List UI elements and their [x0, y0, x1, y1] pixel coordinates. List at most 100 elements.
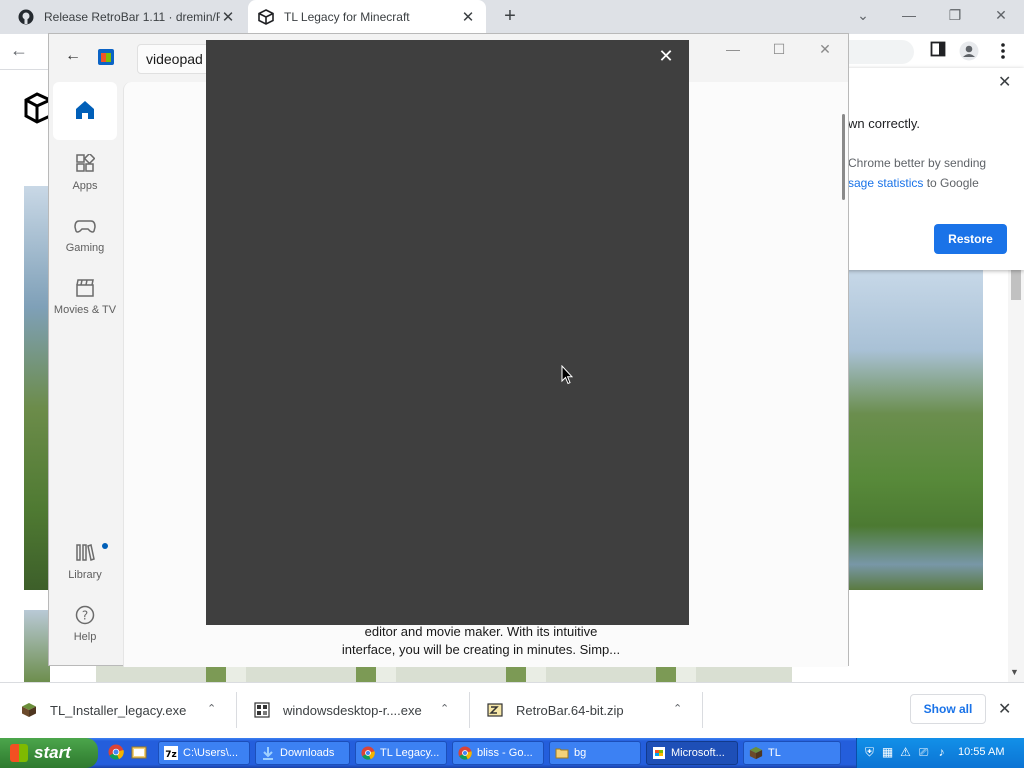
- close-icon[interactable]: ✕: [656, 46, 676, 66]
- start-button[interactable]: start: [0, 738, 98, 768]
- divider: [469, 692, 470, 728]
- library-badge-dot: [102, 543, 108, 549]
- volume-icon[interactable]: ♪: [934, 745, 949, 760]
- minimize-button[interactable]: —: [710, 38, 756, 62]
- close-window-button[interactable]: ✕: [802, 38, 848, 62]
- download-filename: windowsdesktop-r....exe: [283, 702, 422, 718]
- tl-cube-icon: [258, 9, 274, 25]
- clock: 10:55 AM: [958, 746, 1005, 758]
- page-scrollbar-thumb[interactable]: [1011, 270, 1021, 300]
- restore-button[interactable]: ❐: [932, 4, 978, 28]
- folder-icon: [555, 746, 569, 760]
- chevron-up-icon[interactable]: ⌃: [440, 702, 449, 715]
- infobar-stats-text: Chrome better by sending: [848, 156, 987, 170]
- chrome-quicklaunch-icon[interactable]: [108, 744, 124, 760]
- nav-library[interactable]: Library: [53, 543, 117, 599]
- minecraft-block-icon: [749, 746, 763, 760]
- nav-home[interactable]: [53, 82, 117, 140]
- search-input[interactable]: videopad: [137, 44, 217, 74]
- taskbar-button-label: C:\Users\...: [183, 747, 239, 759]
- chevron-up-icon[interactable]: ⌃: [207, 702, 216, 715]
- taskbar-button[interactable]: TL Legacy...: [355, 741, 447, 765]
- omnibox[interactable]: [848, 40, 914, 64]
- download-item[interactable]: TL_Installer_legacy.exe ⌃: [20, 682, 230, 738]
- close-window-button[interactable]: ✕: [978, 4, 1024, 28]
- help-icon: ?: [53, 605, 117, 631]
- download-item[interactable]: windowsdesktop-r....exe ⌃: [253, 682, 463, 738]
- show-all-downloads-button[interactable]: Show all: [910, 694, 986, 724]
- nav-help[interactable]: ? Help: [53, 605, 117, 661]
- start-label: start: [34, 743, 71, 762]
- scroll-down-arrow-icon[interactable]: ▼: [1010, 667, 1019, 677]
- description-line: editor and movie maker. With its intuiti…: [364, 624, 598, 639]
- tab-title: TL Legacy for Minecraft: [284, 10, 410, 24]
- side-panel-icon[interactable]: [927, 41, 949, 63]
- tab-close-icon[interactable]: ✕: [460, 8, 476, 26]
- menu-kebab-icon[interactable]: [992, 41, 1014, 63]
- new-tab-button[interactable]: +: [498, 5, 522, 29]
- maximize-button[interactable]: ☐: [756, 38, 802, 62]
- restore-button[interactable]: Restore: [934, 224, 1007, 254]
- tab-close-icon[interactable]: ✕: [220, 8, 236, 26]
- 7zip-icon: 7z: [164, 746, 178, 760]
- explorer-quicklaunch-icon[interactable]: [131, 744, 147, 760]
- hero-image: [24, 186, 50, 590]
- screenshot-thumbnails: [96, 666, 792, 682]
- chrome-icon: [458, 746, 472, 760]
- tab-tl-legacy[interactable]: TL Legacy for Minecraft ✕: [248, 0, 486, 34]
- restore-pages-infobar: ✕ wn correctly. Chrome better by sending…: [826, 68, 1024, 270]
- description-line: interface, you will be creating in minut…: [341, 642, 621, 657]
- tab-retrobar-release[interactable]: Release RetroBar 1.11 · dremin/R ✕: [8, 0, 246, 34]
- close-icon[interactable]: ✕: [998, 699, 1011, 719]
- zip-archive-icon: [486, 701, 504, 719]
- windows-flag-icon: [10, 744, 28, 762]
- minimize-button[interactable]: —: [886, 4, 932, 28]
- apps-icon: [53, 152, 117, 180]
- download-filename: RetroBar.64-bit.zip: [516, 702, 624, 718]
- store-scrollbar[interactable]: [842, 114, 845, 200]
- minecraft-block-icon: [20, 701, 38, 719]
- nav-movies-tv[interactable]: Movies & TV: [53, 278, 117, 334]
- github-icon: [18, 9, 34, 25]
- taskbar-button[interactable]: Downloads: [255, 741, 350, 765]
- back-arrow-icon[interactable]: ←: [65, 47, 81, 65]
- tab-search-chevron-icon[interactable]: ⌄: [840, 4, 886, 28]
- hero-image: [24, 610, 50, 682]
- taskbar-button-label: TL Legacy...: [380, 747, 440, 759]
- back-arrow-icon[interactable]: ←: [10, 40, 28, 61]
- warning-icon[interactable]: ⚠: [898, 745, 913, 760]
- download-item[interactable]: RetroBar.64-bit.zip ⌃: [486, 682, 696, 738]
- taskbar-button[interactable]: bg: [549, 741, 641, 765]
- nav-label: Gaming: [65, 242, 105, 254]
- nav-label: Help: [73, 631, 97, 643]
- nav-apps[interactable]: Apps: [53, 152, 117, 210]
- taskbar-button-label: Downloads: [280, 747, 335, 759]
- usage-statistics-link[interactable]: sage statistics: [848, 176, 923, 190]
- store-logo-icon: [98, 49, 114, 65]
- download-icon: [261, 746, 275, 760]
- home-icon: [74, 99, 96, 124]
- chevron-up-icon[interactable]: ⌃: [673, 702, 682, 715]
- media-viewer-dialog: ✕: [206, 40, 689, 625]
- taskbar-button[interactable]: TL: [743, 741, 841, 765]
- shield-icon[interactable]: ⛨: [862, 745, 877, 760]
- taskbar-button[interactable]: bliss - Go...: [452, 741, 544, 765]
- nav-label: Apps: [72, 180, 98, 192]
- chrome-icon: [361, 746, 375, 760]
- taskbar-button-label: bliss - Go...: [477, 747, 533, 759]
- infobar-message: wn correctly.: [848, 116, 920, 131]
- installer-icon: [253, 701, 271, 719]
- taskbar-button[interactable]: 7z C:\Users\...: [158, 741, 250, 765]
- firewall-icon[interactable]: ▦: [880, 745, 895, 760]
- taskbar-button-label: Microsoft...: [671, 747, 725, 759]
- network-icon[interactable]: ⎚: [916, 745, 931, 760]
- clapperboard-icon: [53, 278, 117, 304]
- taskbar-button-active[interactable]: Microsoft...: [646, 741, 738, 765]
- profile-avatar-icon[interactable]: [958, 41, 980, 63]
- nav-gaming[interactable]: Gaming: [53, 216, 117, 272]
- divider: [236, 692, 237, 728]
- infobar-stats-tail: to Google: [923, 176, 979, 190]
- close-icon[interactable]: ✕: [998, 72, 1011, 92]
- taskbar-button-label: TL: [768, 747, 781, 759]
- svg-text:?: ?: [82, 609, 88, 623]
